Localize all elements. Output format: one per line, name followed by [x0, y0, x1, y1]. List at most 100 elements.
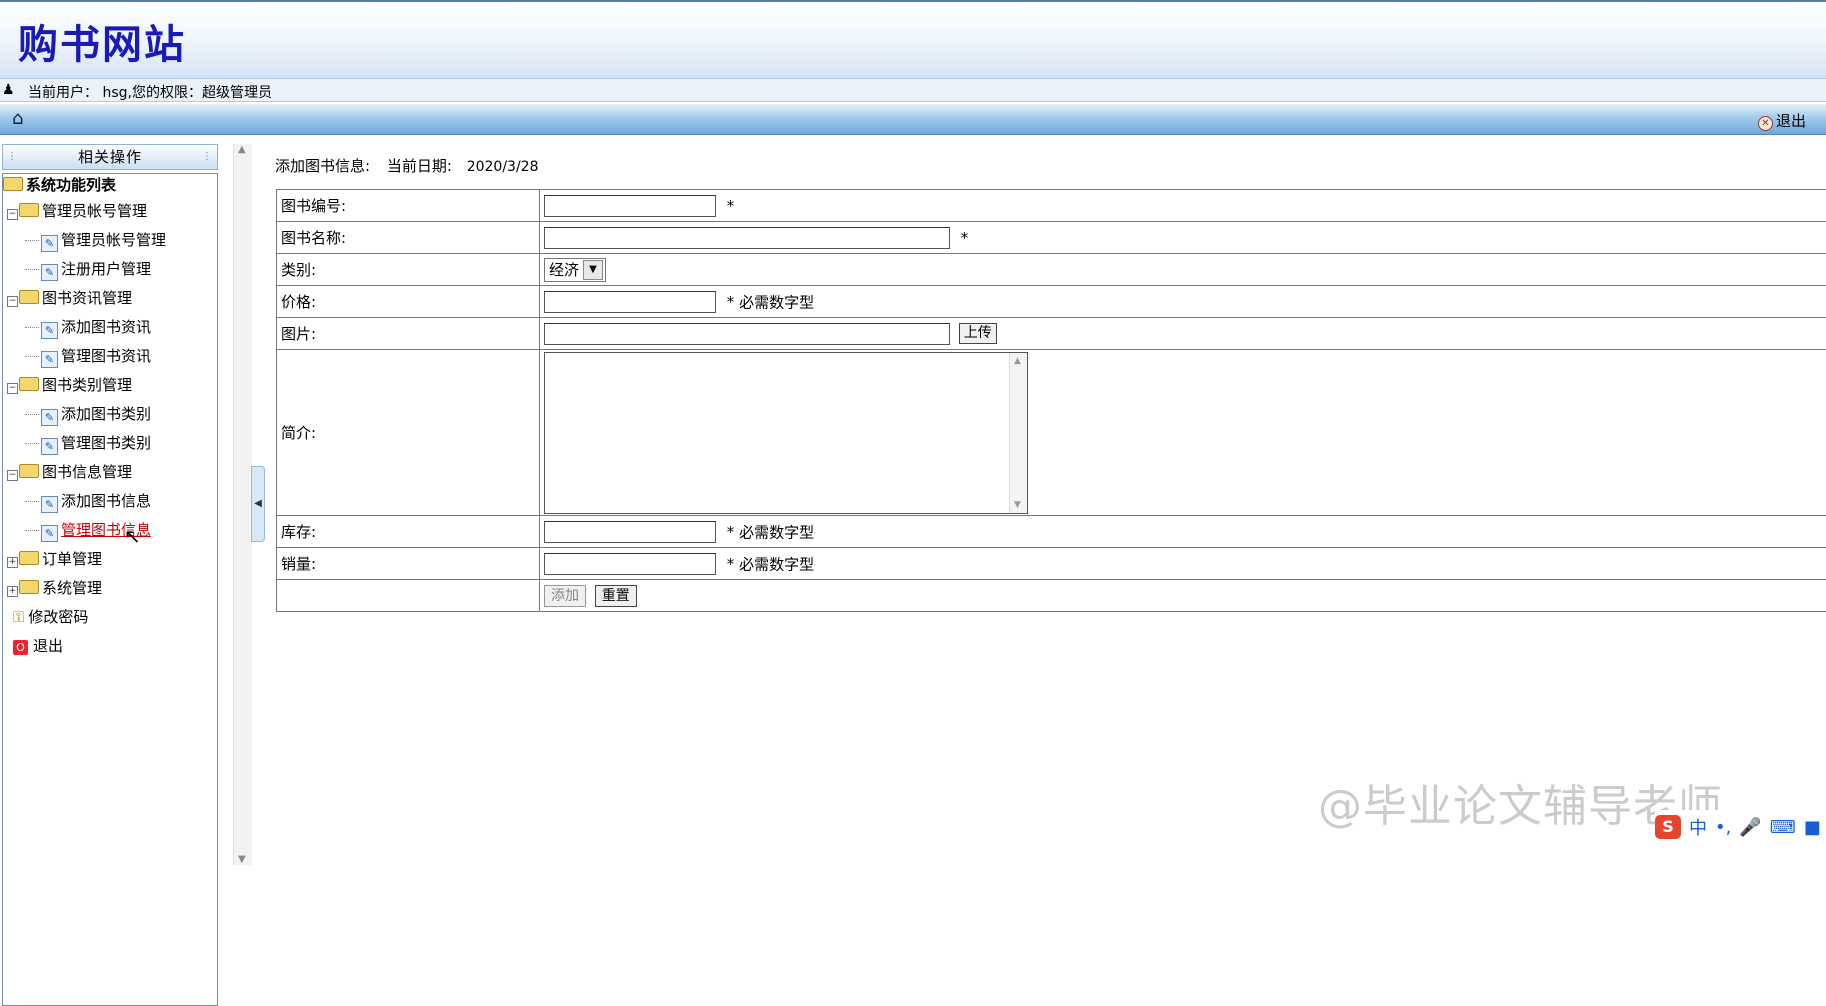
category-selected-value: 经济	[545, 259, 583, 280]
tree-item-exit[interactable]: O退出	[13, 633, 63, 659]
intro-label: 简介:	[277, 350, 540, 516]
upload-button[interactable]: 上传	[959, 323, 997, 344]
folder-open-icon	[3, 177, 23, 191]
ime-mode[interactable]: 中	[1689, 814, 1707, 840]
sogou-ime-icon[interactable]: S	[1655, 815, 1681, 839]
stock-input[interactable]	[544, 521, 716, 543]
tree-item-admin-accounts[interactable]: ✎管理员帐号管理	[25, 227, 166, 253]
form-row-sales: 销量: * 必需数字型	[277, 548, 1826, 580]
expand-icon[interactable]: +	[7, 557, 18, 568]
form-row-intro: 简介: ▲ ▼	[277, 350, 1826, 516]
grip-icon: ⋮	[7, 145, 18, 169]
main-content: 添加图书信息: 当前日期: 2020/3/28 图书编号: * 图书名称: * …	[263, 144, 1826, 865]
tree-item-add-news[interactable]: ✎添加图书资讯	[25, 314, 151, 340]
price-label: 价格:	[277, 286, 540, 318]
scroll-up-icon[interactable]: ▲	[238, 144, 246, 155]
folder-open-icon	[19, 464, 39, 478]
form-row-stock: 库存: * 必需数字型	[277, 516, 1826, 548]
form-heading: 添加图书信息: 当前日期: 2020/3/28	[275, 155, 538, 176]
date-label: 当前日期:	[387, 157, 452, 175]
tree-group-news[interactable]: −图书资讯管理	[7, 285, 132, 311]
tree-group-admin[interactable]: −管理员帐号管理	[7, 198, 147, 224]
category-select[interactable]: 经济 ▼	[544, 258, 606, 282]
tree-item-registered-users[interactable]: ✎注册用户管理	[25, 256, 151, 282]
form-row-category: 类别: 经济 ▼	[277, 254, 1826, 286]
numeric-note: 必需数字型	[739, 555, 814, 573]
frame-scrollbar[interactable]: ▲ ▼	[233, 144, 252, 865]
logout-button[interactable]: ✕退出	[1758, 110, 1806, 131]
collapse-icon[interactable]: −	[7, 383, 18, 394]
required-mark: *	[727, 555, 735, 573]
book-name-input[interactable]	[544, 227, 950, 249]
book-no-input[interactable]	[544, 195, 716, 217]
stock-label: 库存:	[277, 516, 540, 548]
logout-label: 退出	[1776, 112, 1806, 130]
form-row-book-no: 图书编号: *	[277, 190, 1826, 222]
image-path-input[interactable]	[544, 323, 950, 345]
form-title: 添加图书信息:	[275, 157, 370, 175]
intro-textarea[interactable]: ▲ ▼	[544, 352, 1028, 514]
textarea-scrollbar[interactable]: ▲ ▼	[1009, 353, 1027, 513]
chevron-down-icon[interactable]: ▼	[583, 260, 603, 280]
form-row-book-name: 图书名称: *	[277, 222, 1826, 254]
sales-label: 销量:	[277, 548, 540, 580]
mouse-cursor-icon: ↖	[124, 524, 141, 548]
edit-page-icon: ✎	[41, 409, 58, 426]
tree-item-add-category[interactable]: ✎添加图书类别	[25, 401, 151, 427]
book-name-label: 图书名称:	[277, 222, 540, 254]
site-title: 购书网站	[18, 12, 186, 70]
grip-icon: ⋮	[202, 145, 213, 169]
tree-item-change-password[interactable]: ⚿修改密码	[13, 604, 88, 630]
exit-icon: O	[13, 640, 28, 655]
site-banner: 购书网站	[0, 0, 1826, 78]
tree-root[interactable]: 系统功能列表	[3, 172, 116, 198]
required-mark: *	[727, 523, 735, 541]
user-info-text: 当前用户： hsg,您的权限：超级管理员	[28, 82, 272, 102]
numeric-note: 必需数字型	[739, 293, 814, 311]
category-label: 类别:	[277, 254, 540, 286]
folder-icon	[19, 580, 39, 594]
price-input[interactable]	[544, 291, 716, 313]
reset-button[interactable]: 重置	[595, 585, 637, 607]
microphone-icon[interactable]: 🎤	[1739, 817, 1761, 838]
top-toolbar: ⌂ ✕退出	[0, 104, 1826, 135]
close-circle-icon: ✕	[1758, 116, 1773, 131]
collapse-icon[interactable]: −	[7, 296, 18, 307]
home-icon[interactable]: ⌂	[12, 108, 23, 129]
tree-item-manage-news[interactable]: ✎管理图书资讯	[25, 343, 151, 369]
tree-group-book-info[interactable]: −图书信息管理	[7, 459, 132, 485]
edit-page-icon: ✎	[41, 496, 58, 513]
ime-toolbar[interactable]: S 中 •, 🎤 ⌨ ■	[1655, 810, 1826, 844]
required-mark: *	[727, 293, 735, 311]
edit-page-icon: ✎	[41, 235, 58, 252]
tree-item-manage-category[interactable]: ✎管理图书类别	[25, 430, 151, 456]
scroll-down-icon[interactable]: ▼	[1014, 500, 1021, 510]
date-value: 2020/3/28	[467, 159, 539, 175]
tree-group-category[interactable]: −图书类别管理	[7, 372, 132, 398]
shirt-icon[interactable]: ■	[1804, 817, 1821, 838]
form-row-price: 价格: * 必需数字型	[277, 286, 1826, 318]
collapse-icon[interactable]: −	[7, 209, 18, 220]
folder-icon	[19, 551, 39, 565]
edit-page-icon: ✎	[41, 264, 58, 281]
image-label: 图片:	[277, 318, 540, 350]
punctuation-icon[interactable]: •,	[1715, 817, 1731, 838]
collapse-icon[interactable]: −	[7, 470, 18, 481]
keyboard-icon[interactable]: ⌨	[1770, 817, 1796, 838]
expand-icon[interactable]: +	[7, 586, 18, 597]
sidebar: ⋮ 相关操作 ⋮ 系统功能列表 −管理员帐号管理 ✎管理员帐号管理 ✎注册用户管…	[0, 144, 222, 865]
scroll-up-icon[interactable]: ▲	[1014, 356, 1021, 366]
tree-group-system[interactable]: +系统管理	[7, 575, 102, 601]
add-button[interactable]: 添加	[544, 585, 586, 607]
book-no-label: 图书编号:	[277, 190, 540, 222]
user-info-bar: ♟ 当前用户： hsg,您的权限：超级管理员	[0, 78, 1826, 102]
tree-group-orders[interactable]: +订单管理	[7, 546, 102, 572]
scroll-down-icon[interactable]: ▼	[238, 854, 246, 865]
tree-item-add-book-info[interactable]: ✎添加图书信息	[25, 488, 151, 514]
sales-input[interactable]	[544, 553, 716, 575]
edit-page-icon: ✎	[41, 322, 58, 339]
folder-open-icon	[19, 377, 39, 391]
required-mark: *	[961, 229, 969, 247]
form-row-actions: 添加 重置	[277, 580, 1826, 612]
edit-page-icon: ✎	[41, 525, 58, 542]
